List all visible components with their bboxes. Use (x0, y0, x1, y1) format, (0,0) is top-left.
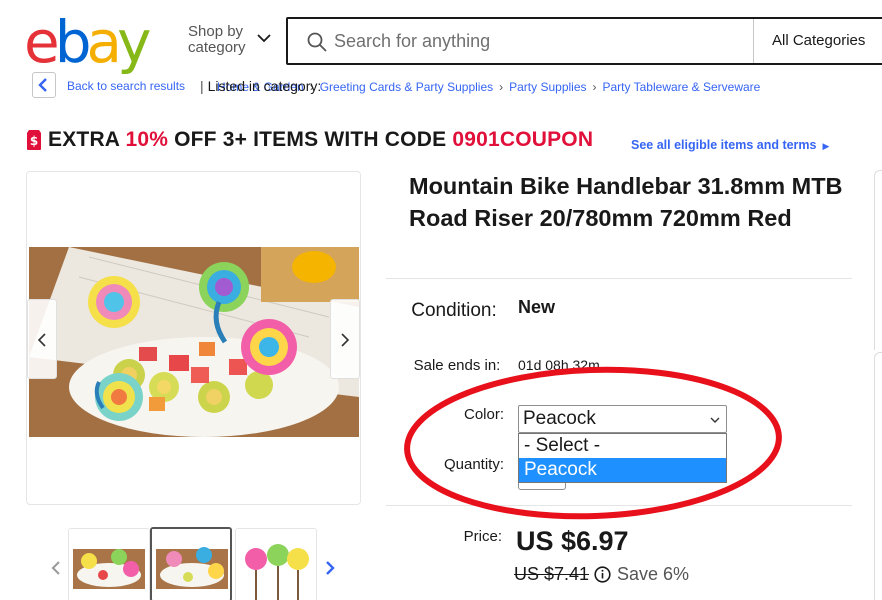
search-input[interactable] (334, 27, 734, 55)
product-main-image[interactable] (29, 247, 359, 437)
eligible-items-link[interactable]: See all eligible items and terms ▶ (631, 138, 829, 152)
back-button[interactable] (32, 72, 56, 98)
thumbnail-2[interactable] (150, 527, 232, 600)
gallery-prev-button[interactable] (27, 299, 57, 379)
chevron-right-icon: › (592, 80, 597, 94)
current-price: US $6.97 (516, 526, 629, 556)
savings-text: Save 6% (617, 564, 690, 584)
thumbnail-3[interactable] (235, 528, 317, 600)
color-select[interactable]: Peacock (518, 405, 727, 433)
side-panel-edge (874, 170, 882, 350)
sale-ends-label: Sale ends in: (413, 357, 501, 374)
promo-text-2: OFF 3+ ITEMS WITH CODE (168, 128, 453, 151)
svg-text:$: $ (30, 134, 38, 148)
condition-value: New (518, 297, 556, 317)
side-panel-edge (874, 352, 882, 600)
sale-countdown: 01d 08h 32m (518, 357, 600, 373)
chevron-down-icon (257, 34, 271, 43)
info-icon[interactable] (594, 566, 611, 583)
breadcrumb-party-supplies[interactable]: Party Supplies (509, 80, 586, 94)
promo-text-1: EXTRA (48, 128, 126, 151)
thumbnails-next-icon[interactable] (324, 560, 336, 576)
back-to-results-link[interactable]: Back to search results (67, 79, 185, 93)
color-option-select[interactable]: - Select - (519, 434, 726, 458)
price-divider (386, 505, 852, 506)
color-select-value: Peacock (523, 408, 596, 429)
chevron-down-icon (710, 417, 720, 423)
category-select[interactable]: All Categories (753, 19, 882, 63)
breadcrumb-party-tableware[interactable]: Party Tableware & Serveware (603, 80, 761, 94)
image-gallery (26, 171, 361, 505)
breadcrumb: | Listed in category: Home & Garden › Greet… (198, 78, 760, 94)
promo-percent: 10% (125, 128, 169, 151)
original-price: US $7.41 (514, 564, 590, 584)
thumbnail-1[interactable] (68, 528, 150, 600)
search-bar: All Categories (286, 17, 882, 65)
chevron-right-icon: › (499, 80, 504, 94)
ebay-logo[interactable]: ebay (24, 13, 158, 71)
chevron-left-icon (37, 333, 46, 347)
product-title: Mountain Bike Handlebar 31.8mm MTB Road … (409, 173, 843, 231)
eligible-items-label: See all eligible items and terms (631, 138, 817, 152)
thumbnails-prev-icon[interactable] (50, 560, 62, 576)
color-label: Color: (463, 406, 504, 423)
logo-letter-b: b (54, 8, 92, 76)
promo-code: 0901COUPON (452, 128, 594, 151)
logo-letter-a: a (86, 8, 122, 76)
chevron-right-icon (341, 333, 350, 347)
triangle-right-icon: ▶ (822, 141, 830, 151)
logo-letter-y: y (117, 8, 151, 76)
condition-label: Condition: (411, 300, 497, 321)
color-dropdown-list: - Select - Peacock (518, 433, 727, 483)
search-icon (307, 32, 327, 52)
coupon-banner: $ EXTRA 10% OFF 3+ ITEMS WITH CODE 0901CO… (26, 128, 829, 152)
color-option-peacock[interactable]: Peacock (519, 458, 726, 482)
coupon-tag-icon: $ (27, 130, 41, 150)
gallery-next-button[interactable] (330, 299, 360, 379)
logo-letter-e: e (24, 8, 60, 76)
quantity-label: Quantity: (443, 456, 504, 473)
shop-by-category-button[interactable]: Shop by category (188, 24, 272, 60)
chevron-left-icon (38, 78, 47, 92)
breadcrumb-divider: | (200, 78, 204, 94)
price-label: Price: (463, 528, 502, 545)
breadcrumb-greeting-cards[interactable]: Greeting Cards & Party Supplies (320, 80, 493, 94)
listed-in-label: Listed in category: (207, 78, 322, 94)
title-divider (386, 278, 852, 279)
